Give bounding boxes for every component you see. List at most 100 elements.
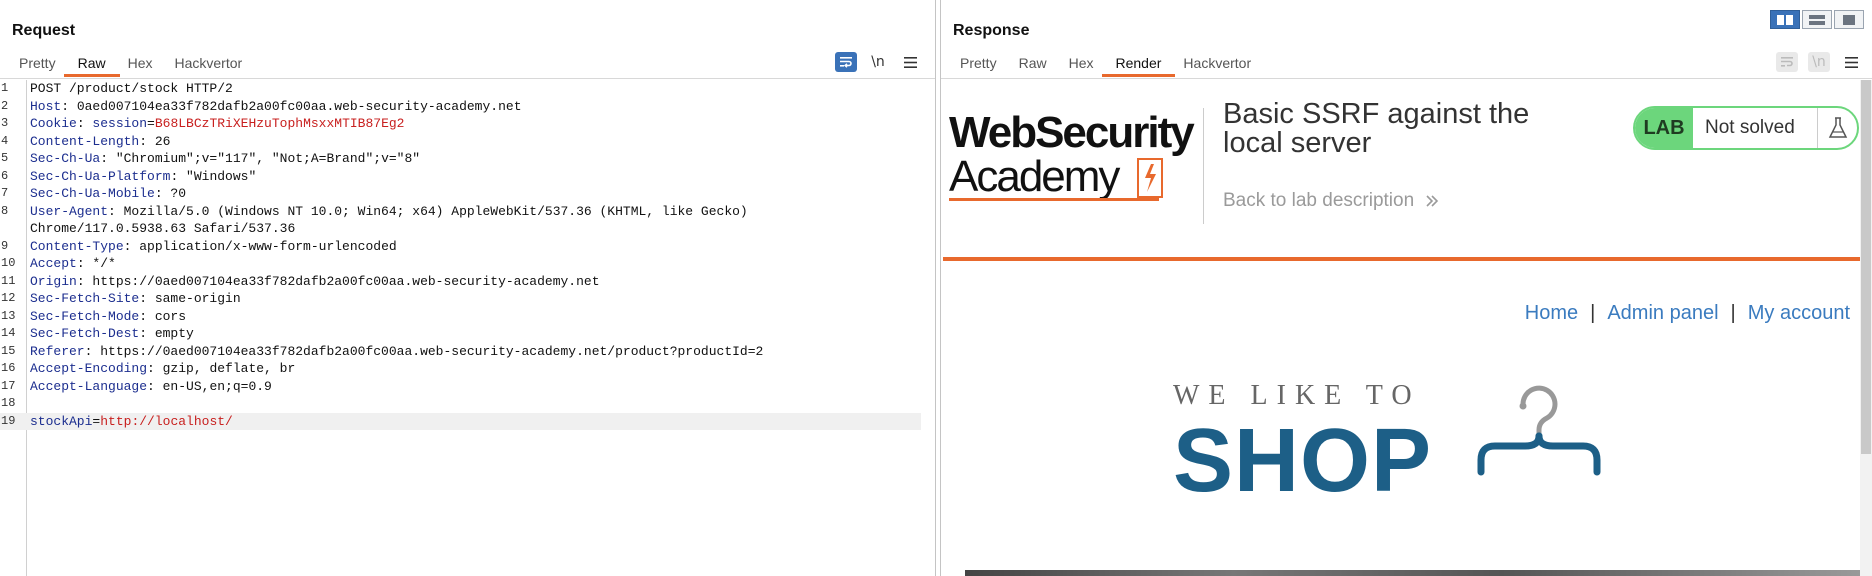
line-number: 7	[1, 186, 9, 200]
response-tab-hex[interactable]: Hex	[1069, 53, 1094, 77]
line-number: 2	[1, 98, 9, 113]
line-content: stockApi=http://localhost/	[30, 413, 921, 431]
header-value: : "Windows"	[170, 168, 257, 184]
response-tab-pretty[interactable]: Pretty	[960, 53, 997, 77]
request-editor[interactable]: 1 POST /product/stock HTTP/2 2 Host: 0aed00…	[0, 80, 921, 576]
header-value: POST /product/stock HTTP/2	[30, 81, 233, 96]
header-value: : 26	[139, 133, 171, 149]
site-nav: Home | Admin panel | My account	[1525, 302, 1850, 325]
split-horizontal-icon[interactable]	[1770, 10, 1800, 29]
editor-line[interactable]: 18	[0, 395, 921, 413]
academy-header: WebSecurity Academy Basic SSRF against t…	[943, 80, 1860, 261]
request-tab-raw[interactable]: Raw	[63, 53, 120, 77]
editor-line[interactable]: 15 Referer: https://0aed007104ea33f782daf…	[0, 343, 921, 361]
request-tab-hackvertor[interactable]: Hackvertor	[175, 53, 243, 77]
editor-line[interactable]: 13 Sec-Fetch-Mode: cors	[0, 308, 921, 326]
header-value: :	[76, 116, 93, 131]
shop-logo: WE LIKE TO SHOP	[1173, 380, 1633, 520]
line-number: 1	[1, 81, 9, 95]
wrap-lines-icon[interactable]	[835, 52, 857, 72]
line-content: Origin: https://0aed007104ea33f782dafb2a…	[30, 273, 921, 291]
hanger-icon	[1477, 385, 1601, 476]
editor-line[interactable]: 17 Accept-Language: en-US,en;q=0.9	[0, 378, 921, 396]
editor-line[interactable]: 4 Content-Length: 26	[0, 133, 921, 151]
line-number: 3	[1, 116, 9, 130]
header-name: stockApi	[30, 413, 93, 429]
web-security-academy-logo: WebSecurity Academy	[949, 108, 1195, 208]
line-number: 6	[1, 168, 9, 183]
editor-line[interactable]: 2 Host: 0aed007104ea33f782dafb2a00fc00aa.…	[0, 98, 921, 116]
line-content: Sec-Fetch-Site: same-origin	[30, 290, 921, 308]
editor-line[interactable]: 3 Cookie: session=B68LBCzTRiXEHzuTophMsxx…	[0, 115, 921, 133]
editor-line[interactable]: 12 Sec-Fetch-Site: same-origin	[0, 290, 921, 308]
rendered-page: WebSecurity Academy Basic SSRF against t…	[943, 80, 1860, 576]
line-content: Host: 0aed007104ea33f782dafb2a00fc00aa.w…	[30, 98, 921, 116]
request-pane: Request Pretty Raw Hex Hackvertor \n 1 PO…	[0, 0, 936, 576]
line-content: Sec-Ch-Ua-Platform: "Windows"	[30, 168, 921, 186]
response-tab-hackvertor[interactable]: Hackvertor	[1183, 53, 1251, 77]
editor-line[interactable]: 16 Accept-Encoding: gzip, deflate, br	[0, 360, 921, 378]
header-accent-rule	[943, 257, 1860, 261]
flask-icon[interactable]	[1817, 108, 1857, 148]
line-number: 9	[1, 238, 9, 253]
line-content: Accept-Language: en-US,en;q=0.9	[30, 378, 921, 396]
line-content: Sec-Fetch-Mode: cors	[30, 308, 921, 326]
nav-separator: |	[1730, 302, 1736, 324]
request-tab-hex[interactable]: Hex	[128, 53, 153, 77]
newline-toggle[interactable]: \n	[1808, 52, 1830, 72]
header-value: : same-origin	[139, 291, 241, 306]
lab-state: Not solved	[1705, 117, 1795, 138]
header-value: : https://0aed007104ea33f782dafb2a00fc00…	[84, 343, 764, 359]
header-value: =	[147, 116, 155, 131]
header-value: : ?0	[154, 186, 187, 201]
hamburger-menu-icon[interactable]	[899, 52, 921, 72]
line-content: POST /product/stock HTTP/2	[30, 80, 921, 98]
line-content: Cookie: session=B68LBCzTRiXEHzuTophMsxxM…	[30, 115, 921, 133]
editor-line[interactable]: 8 User-Agent: Mozilla/5.0 (Windows NT 10.…	[0, 203, 921, 221]
single-pane-icon[interactable]	[1834, 10, 1864, 29]
header-name: Sec-Ch-Ua-Mobile	[30, 186, 155, 201]
header-value: : "Chromium";v="117", "Not;A=Brand";v="8…	[100, 151, 421, 166]
editor-line[interactable]: 1 POST /product/stock HTTP/2	[0, 80, 921, 98]
logo-underline	[949, 198, 1159, 201]
nav-home-link[interactable]: Home	[1525, 302, 1578, 325]
request-header-divider	[0, 78, 935, 79]
hamburger-menu-icon[interactable]	[1840, 52, 1862, 72]
lab-badge: LAB	[1635, 108, 1693, 148]
render-scrollbar-thumb[interactable]	[1861, 80, 1871, 454]
newline-toggle[interactable]: \n	[867, 52, 889, 72]
lab-status-widget: LAB Not solved	[1633, 106, 1859, 150]
nav-separator: |	[1590, 302, 1596, 324]
wrap-lines-icon[interactable]	[1776, 52, 1798, 72]
editor-line[interactable]: 19 stockApi=http://localhost/	[0, 412, 921, 431]
header-name: Origin	[30, 273, 77, 289]
line-number: 8	[1, 203, 9, 218]
editor-line[interactable]: 11 Origin: https://0aed007104ea33f782dafb…	[0, 273, 921, 291]
editor-line[interactable]: 10 Accept: */*	[0, 255, 921, 273]
editor-line[interactable]: 6 Sec-Ch-Ua-Platform: "Windows"	[0, 168, 921, 186]
layout-toggle	[1770, 10, 1864, 29]
header-value: : Mozilla/5.0 (Windows NT 10.0; Win64; x…	[108, 203, 748, 219]
response-tab-render[interactable]: Render	[1101, 53, 1176, 77]
header-name: Accept-Language	[30, 378, 148, 394]
highlighted-value: B68LBCzTRiXEHzuTophMsxxMTIB87Eg2	[154, 116, 405, 131]
editor-line[interactable]: 9 Content-Type: application/x-www-form-ur…	[0, 238, 921, 256]
back-to-lab-link[interactable]: Back to lab description	[1223, 190, 1439, 212]
editor-line[interactable]: 14 Sec-Fetch-Dest: empty	[0, 325, 921, 343]
line-number: 11	[1, 273, 16, 288]
response-tabs: Pretty Raw Hex Render Hackvertor	[949, 53, 1262, 77]
request-title: Request	[12, 22, 76, 39]
editor-line[interactable]: Chrome/117.0.5938.63 Safari/537.36	[0, 220, 921, 238]
nav-admin-panel-link[interactable]: Admin panel	[1607, 302, 1718, 325]
header-name: Accept-Encoding	[30, 361, 148, 376]
header-value: : en-US,en;q=0.9	[147, 378, 272, 394]
nav-my-account-link[interactable]: My account	[1748, 302, 1850, 325]
editor-line[interactable]: 7 Sec-Ch-Ua-Mobile: ?0	[0, 185, 921, 203]
split-vertical-icon[interactable]	[1802, 10, 1832, 29]
header-name: session	[92, 116, 148, 131]
editor-line[interactable]: 5 Sec-Ch-Ua: "Chromium";v="117", "Not;A=B…	[0, 150, 921, 168]
request-tab-pretty[interactable]: Pretty	[19, 53, 56, 77]
response-tab-raw[interactable]: Raw	[1019, 53, 1047, 77]
highlighted-value: http://localhost/	[100, 413, 233, 429]
header-name: Host	[30, 98, 62, 114]
